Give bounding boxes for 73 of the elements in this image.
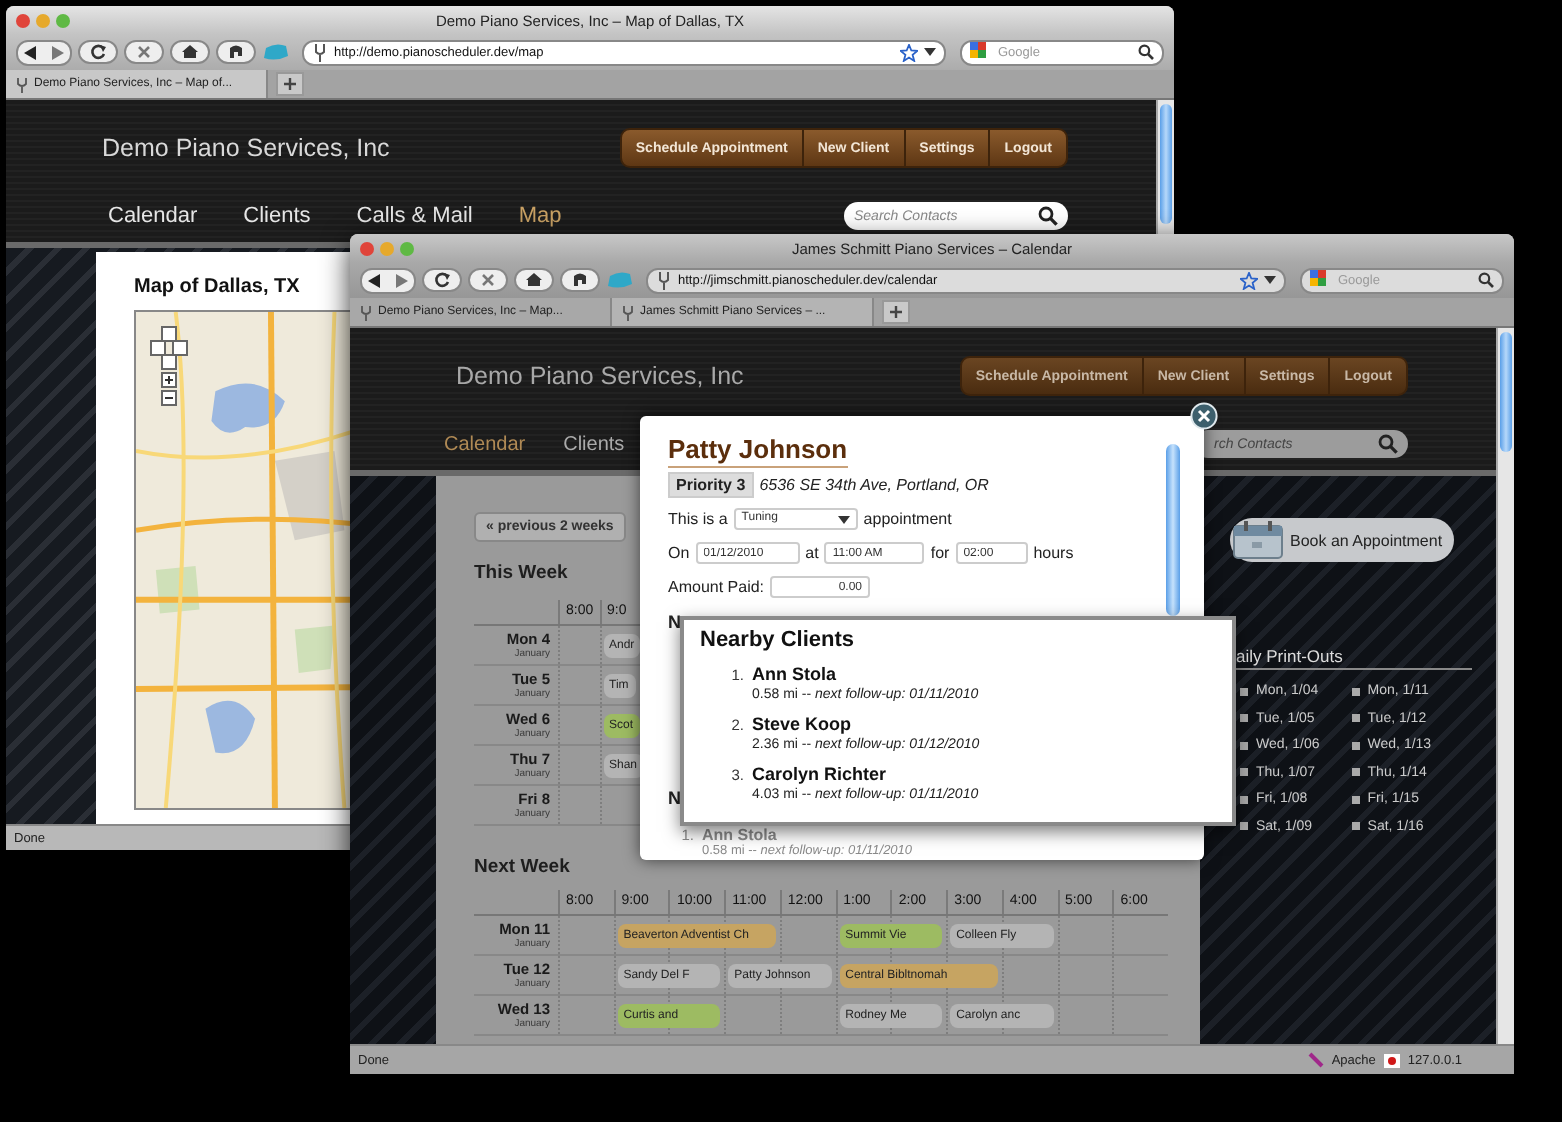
calendar-icon (1232, 520, 1284, 560)
bullet-icon (1240, 687, 1248, 696)
section-label: N (668, 609, 681, 635)
tuning-fork-icon (312, 41, 328, 63)
client-address: 6536 SE 34th Ave, Portland, OR (759, 476, 989, 494)
site-title: Demo Piano Services, Inc (456, 362, 744, 390)
new-tab-button[interactable] (882, 300, 910, 324)
tuning-fork-icon (360, 303, 372, 321)
home-button[interactable] (514, 268, 554, 292)
week-heading: This Week (474, 562, 568, 584)
caret-icon[interactable] (1264, 275, 1276, 285)
client-name: Patty Johnson (668, 434, 848, 468)
caret-icon (837, 513, 850, 525)
stop-button[interactable] (124, 40, 164, 64)
map-zoom-control-drawing[interactable] (150, 326, 190, 410)
bullet-icon (1240, 768, 1248, 777)
bullet-icon (1351, 768, 1360, 777)
close-icon[interactable] (1190, 402, 1218, 430)
search-icon[interactable] (1478, 272, 1494, 288)
search-icon[interactable] (1038, 206, 1058, 226)
section-label: N (668, 786, 681, 812)
form-label: appointment (863, 510, 952, 528)
priority-badge: Priority 3 (668, 472, 754, 498)
scroll-bar[interactable] (1166, 444, 1180, 616)
bullet-icon (1351, 687, 1360, 696)
form-label: hours (1033, 544, 1074, 562)
bullet-icon (1240, 741, 1248, 750)
feather-icon (1307, 1052, 1324, 1068)
flag-icon (1383, 1053, 1400, 1067)
new-tab-button[interactable] (276, 72, 304, 96)
week-heading: Next Week (474, 856, 570, 878)
map-title: Map of Dallas, TX (134, 276, 300, 298)
home-button[interactable] (170, 40, 210, 64)
google-icon[interactable] (1310, 270, 1332, 290)
bullet-icon (1351, 741, 1360, 750)
client-name: Ann Stola (702, 828, 779, 844)
search-icon[interactable] (1138, 44, 1154, 60)
star-icon[interactable] (1240, 271, 1258, 289)
form-label: at (805, 544, 819, 562)
caret-icon[interactable] (924, 47, 936, 57)
nav-tab[interactable]: Calls & Mail (356, 204, 473, 228)
bullet-icon (1351, 714, 1360, 723)
star-icon[interactable] (900, 43, 918, 61)
stop-button[interactable] (468, 268, 508, 292)
nav-tab[interactable]: Calendar (444, 433, 526, 455)
scroll-bar[interactable] (1496, 328, 1514, 1044)
form-label: On (668, 544, 690, 562)
client-name[interactable]: Ann Stola (752, 664, 979, 686)
reload-button[interactable] (78, 40, 118, 64)
form-label: Amount Paid: (668, 578, 765, 596)
bullet-icon (1351, 795, 1360, 804)
tuning-fork-icon (16, 75, 28, 93)
nav-tab[interactable]: Clients (563, 433, 625, 455)
book-appointment-button[interactable]: Book an Appointment (1230, 518, 1455, 562)
search-icon[interactable] (1378, 434, 1398, 454)
close-button[interactable] (16, 13, 30, 27)
bullet-icon (1351, 822, 1360, 831)
nav-tab[interactable]: Calendar (108, 204, 198, 228)
client-name[interactable]: Carolyn Richter (752, 764, 979, 786)
tuning-fork-icon (622, 303, 634, 321)
tuning-fork-icon (656, 269, 672, 291)
popup-title: Nearby Clients (700, 628, 857, 652)
reload-button[interactable] (422, 268, 462, 292)
nav-tab[interactable]: Map (518, 204, 562, 228)
google-icon[interactable] (970, 42, 992, 62)
bullet-icon (1240, 795, 1248, 804)
nav-tab[interactable]: Clients (243, 204, 311, 228)
form-label: for (930, 544, 950, 562)
form-label: This is a (668, 510, 728, 528)
site-title: Demo Piano Services, Inc (102, 134, 390, 162)
bullet-icon (1240, 714, 1248, 723)
bullet-icon (1240, 822, 1248, 831)
client-name[interactable]: Steve Koop (752, 714, 980, 736)
